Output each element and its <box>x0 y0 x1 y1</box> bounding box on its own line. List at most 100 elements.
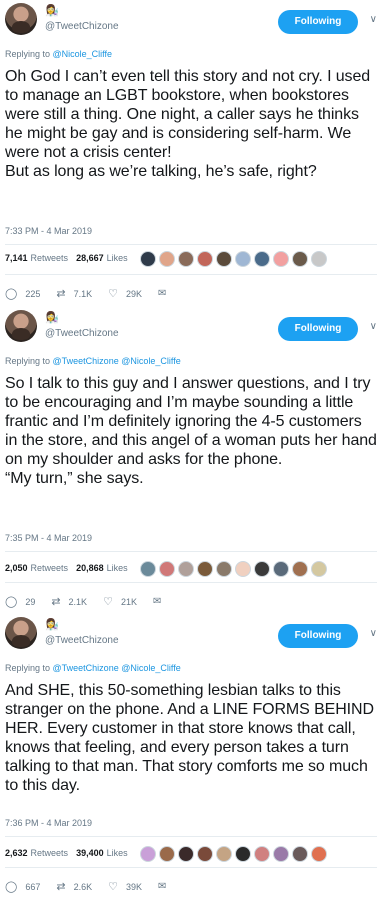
mail-icon: ✉ <box>157 288 167 299</box>
liker-avatar[interactable] <box>178 561 194 577</box>
mail-icon: ✉ <box>157 881 167 892</box>
liker-avatar[interactable] <box>178 846 194 862</box>
replying-to-link[interactable]: @TweetChizone @Nicole_Cliffe <box>53 663 181 673</box>
liker-avatar[interactable] <box>273 561 289 577</box>
dm-button[interactable]: ✉ <box>158 881 166 892</box>
avatar[interactable] <box>5 3 37 35</box>
like-count[interactable]: 28,667 <box>76 253 104 263</box>
liker-avatar[interactable] <box>292 846 308 862</box>
reply-icon: ◯ <box>5 881 18 893</box>
avatar[interactable] <box>5 617 37 649</box>
divider <box>5 244 377 245</box>
retweet-icon: ⇄ <box>51 596 61 608</box>
liker-avatar[interactable] <box>197 846 213 862</box>
liker-avatar[interactable] <box>311 846 327 862</box>
dm-button[interactable]: ✉ <box>153 596 161 607</box>
user-handle[interactable]: @TweetChizone <box>45 635 119 646</box>
avatar[interactable] <box>5 310 37 342</box>
divider <box>5 551 377 552</box>
tweet-actions: ◯ 29 ⇄ 2.1K ♡ 21K ✉ <box>5 595 177 608</box>
liker-avatar[interactable] <box>178 251 194 267</box>
tweet-timestamp[interactable]: 7:36 PM - 4 Mar 2019 <box>5 818 92 828</box>
liker-avatar[interactable] <box>216 251 232 267</box>
like-button[interactable]: ♡ 39K <box>108 880 142 893</box>
liker-avatar[interactable] <box>216 846 232 862</box>
liker-avatar[interactable] <box>197 251 213 267</box>
tweet-header: 👩‍🔬 @TweetChizone Following ∨ <box>5 3 382 39</box>
replying-to-label: Replying to <box>5 663 53 673</box>
tweet-timestamp[interactable]: 7:33 PM - 4 Mar 2019 <box>5 226 92 236</box>
tweet-1: 👩‍🔬 @TweetChizone Following ∨ Replying t… <box>0 0 382 307</box>
liker-avatar[interactable] <box>216 561 232 577</box>
reply-button[interactable]: ◯ 667 <box>5 880 40 893</box>
retweet-action-count: 7.1K <box>73 288 93 299</box>
retweet-button[interactable]: ⇄ 2.1K <box>51 595 87 608</box>
tweet-timestamp[interactable]: 7:35 PM - 4 Mar 2019 <box>5 533 92 543</box>
retweet-count[interactable]: 2,050 <box>5 563 28 573</box>
dm-button[interactable]: ✉ <box>158 288 166 299</box>
like-button[interactable]: ♡ 29K <box>108 287 142 300</box>
retweet-button[interactable]: ⇄ 7.1K <box>56 287 92 300</box>
liker-avatar[interactable] <box>273 846 289 862</box>
chevron-down-icon[interactable]: ∨ <box>370 321 377 332</box>
replying-to: Replying to @TweetChizone @Nicole_Cliffe <box>5 356 181 366</box>
reply-button[interactable]: ◯ 225 <box>5 287 40 300</box>
following-button[interactable]: Following <box>278 10 358 34</box>
likes-label: Likes <box>106 848 128 858</box>
liker-avatar[interactable] <box>140 251 156 267</box>
liker-avatar[interactable] <box>140 846 156 862</box>
heart-icon: ♡ <box>103 596 113 608</box>
liker-avatar[interactable] <box>254 846 270 862</box>
retweet-action-count: 2.6K <box>73 881 93 892</box>
replying-to-link[interactable]: @TweetChizone @Nicole_Cliffe <box>53 356 181 366</box>
following-button[interactable]: Following <box>278 317 358 341</box>
liker-avatar[interactable] <box>235 846 251 862</box>
liker-avatar[interactable] <box>311 561 327 577</box>
following-button[interactable]: Following <box>278 624 358 648</box>
reply-count: 29 <box>25 596 36 607</box>
scientist-emoji-icon: 👩‍🔬 <box>45 5 59 17</box>
replying-to: Replying to @Nicole_Cliffe <box>5 49 112 59</box>
retweets-label: Retweets <box>30 563 69 573</box>
retweet-count[interactable]: 7,141 <box>5 253 28 263</box>
liker-avatar[interactable] <box>292 251 308 267</box>
tweet-header: 👩‍🔬 @TweetChizone Following ∨ <box>5 310 382 346</box>
like-count[interactable]: 39,400 <box>76 848 104 858</box>
chevron-down-icon[interactable]: ∨ <box>370 14 377 25</box>
tweet-header: 👩‍🔬 @TweetChizone Following ∨ <box>5 617 382 653</box>
user-handle[interactable]: @TweetChizone <box>45 21 119 32</box>
retweet-button[interactable]: ⇄ 2.6K <box>56 880 92 893</box>
heart-icon: ♡ <box>108 288 118 300</box>
tweet-stats: 7,141 Retweets 28,667 Likes <box>5 253 136 263</box>
reply-button[interactable]: ◯ 29 <box>5 595 35 608</box>
replying-to-label: Replying to <box>5 49 53 59</box>
like-action-count: 21K <box>120 596 137 607</box>
like-button[interactable]: ♡ 21K <box>103 595 137 608</box>
reply-count: 225 <box>25 288 41 299</box>
mail-icon: ✉ <box>152 596 162 607</box>
liker-avatars <box>140 561 330 577</box>
replying-to-label: Replying to <box>5 356 53 366</box>
liker-avatar[interactable] <box>254 251 270 267</box>
retweets-label: Retweets <box>30 253 69 263</box>
replying-to-link[interactable]: @Nicole_Cliffe <box>53 49 113 59</box>
liker-avatar[interactable] <box>140 561 156 577</box>
tweet-2: 👩‍🔬 @TweetChizone Following ∨ Replying t… <box>0 307 382 614</box>
chevron-down-icon[interactable]: ∨ <box>370 628 377 639</box>
liker-avatar[interactable] <box>159 846 175 862</box>
scientist-emoji-icon: 👩‍🔬 <box>45 619 59 631</box>
user-handle[interactable]: @TweetChizone <box>45 328 119 339</box>
liker-avatar[interactable] <box>159 561 175 577</box>
liker-avatar[interactable] <box>254 561 270 577</box>
tweet-actions: ◯ 225 ⇄ 7.1K ♡ 29K ✉ <box>5 287 182 300</box>
liker-avatar[interactable] <box>235 251 251 267</box>
liker-avatar[interactable] <box>197 561 213 577</box>
liker-avatar[interactable] <box>273 251 289 267</box>
liker-avatar[interactable] <box>159 251 175 267</box>
liker-avatar[interactable] <box>292 561 308 577</box>
liker-avatar[interactable] <box>235 561 251 577</box>
likes-label: Likes <box>106 563 128 573</box>
liker-avatar[interactable] <box>311 251 327 267</box>
like-count[interactable]: 20,868 <box>76 563 104 573</box>
retweet-count[interactable]: 2,632 <box>5 848 28 858</box>
